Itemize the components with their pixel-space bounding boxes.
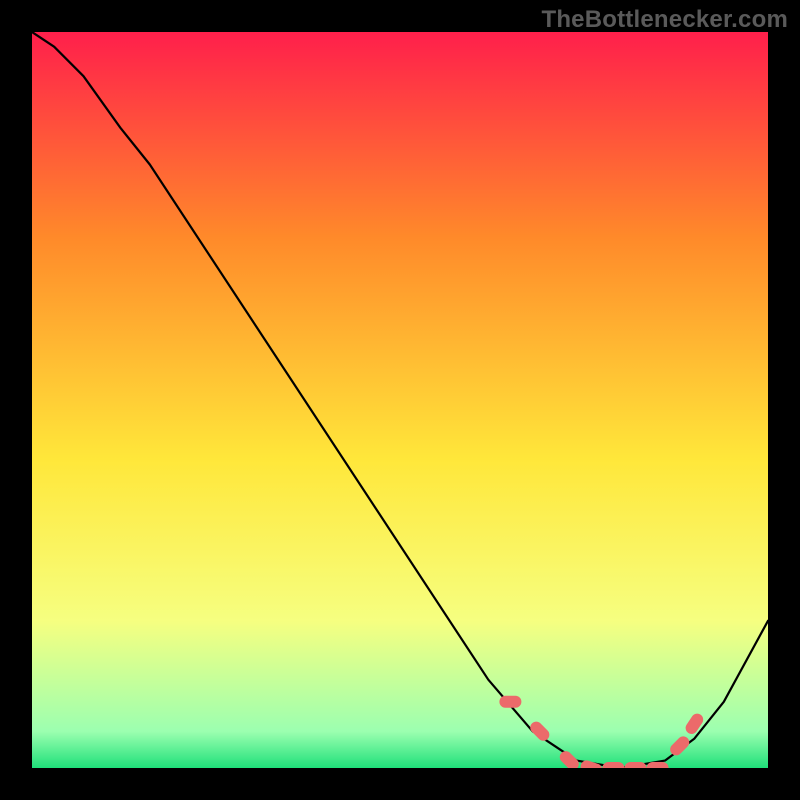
curve-marker bbox=[647, 762, 669, 768]
curve-marker bbox=[625, 762, 647, 768]
curve-marker bbox=[499, 696, 521, 708]
watermark-text: TheBottlenecker.com bbox=[541, 6, 788, 34]
gradient-rect bbox=[32, 32, 768, 768]
curve-marker bbox=[602, 762, 624, 768]
chart-area bbox=[32, 32, 768, 768]
stage: TheBottlenecker.com bbox=[0, 0, 800, 800]
bottleneck-curve-plot bbox=[32, 32, 768, 768]
